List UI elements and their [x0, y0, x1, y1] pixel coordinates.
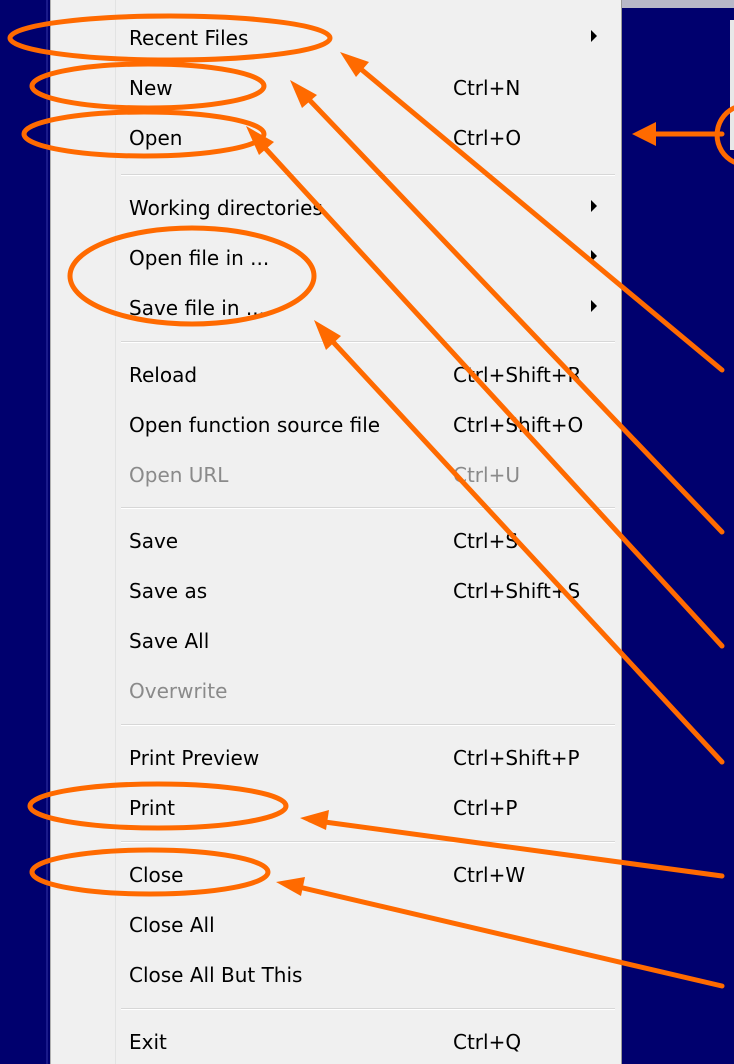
menu-item-label: Open: [129, 126, 183, 150]
menu-item-shortcut: Ctrl+Shift+O: [453, 413, 584, 437]
menu-item-recent-files[interactable]: Recent Files: [117, 18, 617, 58]
menu-item-label: Reload: [129, 363, 198, 387]
right-window-edge: [730, 20, 734, 150]
menu-item-exit[interactable]: Exit Ctrl+Q: [117, 1022, 617, 1062]
menu-item-save-all[interactable]: Save All: [117, 621, 617, 661]
menu-item-overwrite: Overwrite: [117, 671, 617, 711]
menu-item-label: Recent Files: [129, 26, 249, 50]
menu-item-close-all[interactable]: Close All: [117, 905, 617, 945]
strip-edge: [46, 0, 48, 1064]
menu-item-open-url: Open URL Ctrl+U: [117, 455, 617, 495]
menu-item-label: Working directories: [129, 196, 323, 220]
menu-item-open-function-source-file[interactable]: Open function source file Ctrl+Shift+O: [117, 405, 617, 445]
menu-item-label: Close: [129, 863, 184, 887]
menu-item-shortcut: Ctrl+Q: [453, 1030, 522, 1054]
menu-separator: [121, 341, 615, 343]
menu-item-label: Exit: [129, 1030, 167, 1054]
menu-item-label: Print: [129, 796, 176, 820]
left-background-strip: [0, 0, 48, 1064]
menu-item-shortcut: Ctrl+Shift+R: [453, 363, 582, 387]
menu-item-label: New: [129, 76, 173, 100]
menu-item-open-file-in[interactable]: Open file in ...: [117, 238, 617, 278]
menu-item-print-preview[interactable]: Print Preview Ctrl+Shift+P: [117, 738, 617, 778]
menu-separator: [121, 1008, 615, 1010]
menu-item-shortcut: Ctrl+Shift+S: [453, 579, 581, 603]
menu-item-shortcut: Ctrl+N: [453, 76, 521, 100]
menu-item-shortcut: Ctrl+O: [453, 126, 522, 150]
menu-separator: [121, 174, 615, 176]
annotation-arrowhead: [632, 122, 656, 146]
chevron-right-icon: [591, 30, 597, 42]
chevron-right-icon: [591, 250, 597, 262]
menu-item-save-as[interactable]: Save as Ctrl+Shift+S: [117, 571, 617, 611]
menu-gutter-divider: [115, 0, 116, 1064]
menu-item-label: Close All But This: [129, 963, 303, 987]
menu-item-label: Print Preview: [129, 746, 260, 770]
menu-item-label: Open URL: [129, 463, 229, 487]
menu-item-close[interactable]: Close Ctrl+W: [117, 855, 617, 895]
menu-item-label: Save All: [129, 629, 210, 653]
menu-item-label: Open function source file: [129, 413, 381, 437]
menu-item-reload[interactable]: Reload Ctrl+Shift+R: [117, 355, 617, 395]
menu-item-label: Close All: [129, 913, 215, 937]
menu-item-save[interactable]: Save Ctrl+S: [117, 521, 617, 561]
menu-item-shortcut: Ctrl+U: [453, 463, 520, 487]
menu-item-label: Open file in ...: [129, 246, 270, 270]
menu-icon-gutter: [51, 0, 113, 1064]
menu-separator: [121, 724, 615, 726]
menu-item-label: Save file in ...: [129, 296, 265, 320]
menu-item-print[interactable]: Print Ctrl+P: [117, 788, 617, 828]
menu-item-shortcut: Ctrl+W: [453, 863, 526, 887]
chevron-right-icon: [591, 300, 597, 312]
menu-item-open[interactable]: Open Ctrl+O: [117, 118, 617, 158]
menu-item-close-all-but-this[interactable]: Close All But This: [117, 955, 617, 995]
menu-item-save-file-in[interactable]: Save file in ...: [117, 288, 617, 328]
chevron-right-icon: [591, 200, 597, 212]
file-menu: Recent Files New Ctrl+N Open Ctrl+O Work…: [50, 0, 622, 1064]
menu-item-working-directories[interactable]: Working directories: [117, 188, 617, 228]
menu-item-shortcut: Ctrl+Shift+P: [453, 746, 580, 770]
menu-item-shortcut: Ctrl+P: [453, 796, 518, 820]
menu-item-label: Overwrite: [129, 679, 228, 703]
menu-item-shortcut: Ctrl+S: [453, 529, 519, 553]
menu-item-new[interactable]: New Ctrl+N: [117, 68, 617, 108]
menu-item-label: Save: [129, 529, 179, 553]
menu-item-label: Save as: [129, 579, 208, 603]
window-top-strip: [622, 0, 734, 8]
menu-separator: [121, 507, 615, 509]
menu-separator: [121, 841, 615, 843]
